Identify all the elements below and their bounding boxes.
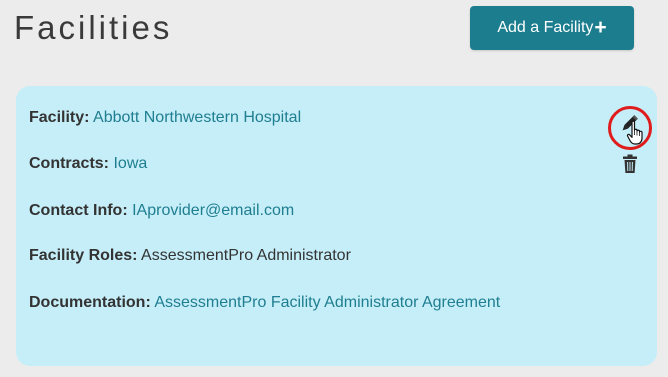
documentation-row: Documentation: AssessmentPro Facility Ad… (29, 291, 509, 314)
plus-icon: + (594, 16, 607, 39)
contact-label: Contact Info: (29, 202, 128, 219)
edit-button[interactable] (608, 106, 652, 150)
facility-label: Facility: (29, 109, 90, 126)
pointer-hand-icon (626, 120, 643, 145)
page-title: Facilities (14, 9, 173, 46)
facility-row: Facility: Abbott Northwestern Hospital (29, 106, 301, 129)
contact-email-link[interactable]: IAprovider@email.com (132, 202, 294, 219)
facility-name-link[interactable]: Abbott Northwestern Hospital (93, 109, 301, 126)
contracts-label: Contracts: (29, 155, 110, 172)
roles-value: AssessmentPro Administrator (141, 247, 351, 264)
add-facility-button[interactable]: Add a Facility + (470, 6, 634, 50)
contracts-row: Contracts: Iowa (29, 152, 147, 175)
documentation-label: Documentation: (29, 294, 151, 311)
contracts-link[interactable]: Iowa (113, 155, 147, 172)
trash-icon[interactable] (622, 154, 638, 174)
facility-card: Facility: Abbott Northwestern Hospital C… (16, 86, 657, 366)
add-facility-label: Add a Facility (497, 19, 594, 36)
roles-row: Facility Roles: AssessmentPro Administra… (29, 244, 351, 267)
documentation-link[interactable]: AssessmentPro Facility Administrator Agr… (154, 294, 500, 311)
contact-row: Contact Info: IAprovider@email.com (29, 199, 294, 222)
roles-label: Facility Roles: (29, 247, 138, 264)
